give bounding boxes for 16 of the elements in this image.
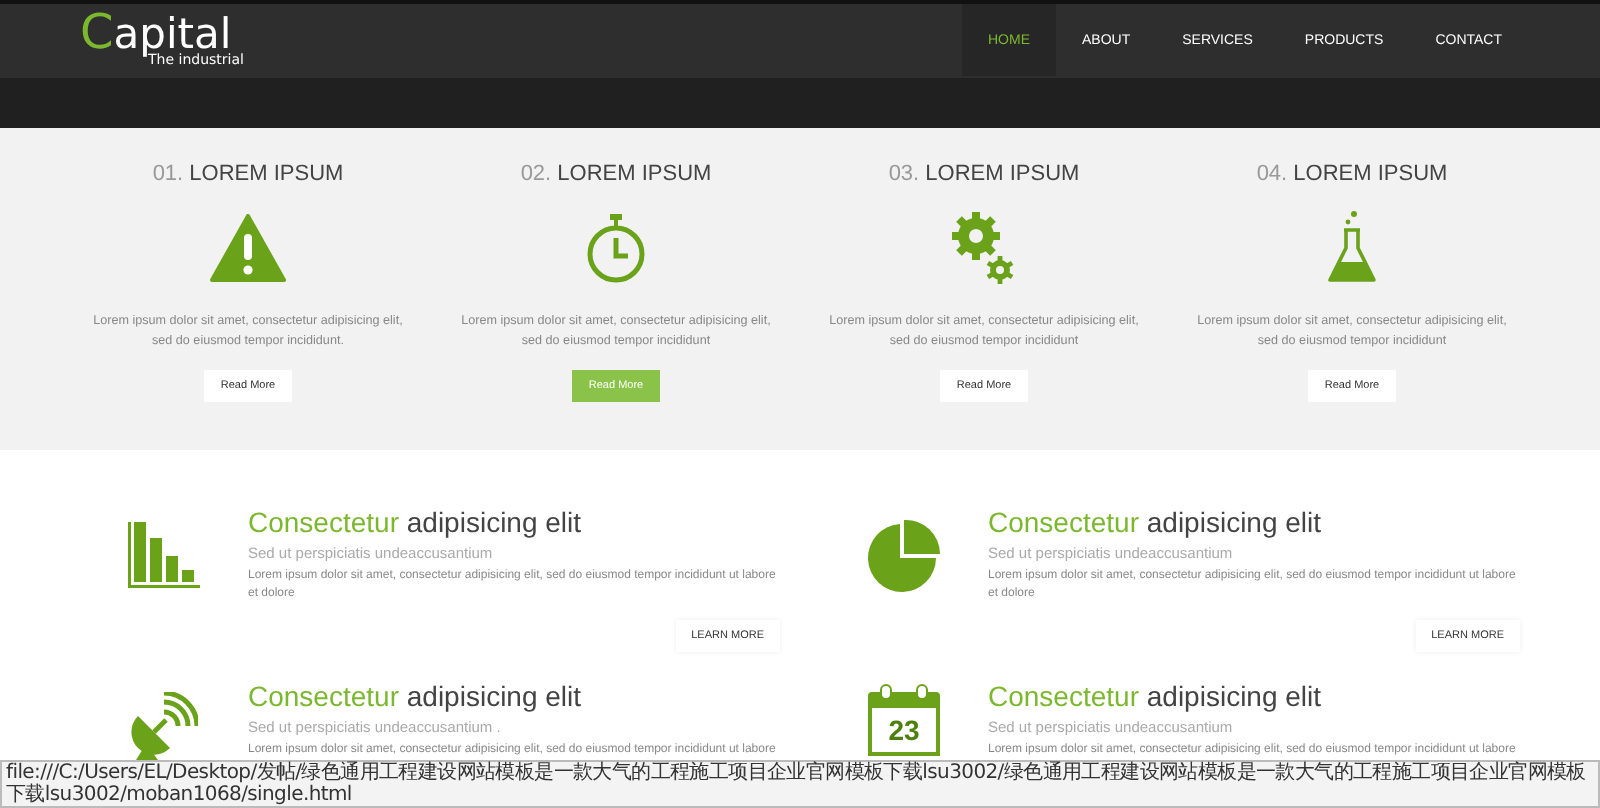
service-title: Consectetur adipisicing elit: [248, 680, 584, 712]
service-title: Consectetur adipisicing elit: [988, 680, 1324, 712]
feature-title: 03. LOREM IPSUM: [888, 162, 1080, 186]
flask-icon: [1326, 210, 1378, 286]
service-title: Consectetur adipisicing elit: [248, 506, 584, 538]
pie-chart-icon: [866, 518, 942, 594]
feature-title: 02. LOREM IPSUM: [520, 162, 712, 186]
feature-title: 04. LOREM IPSUM: [1256, 162, 1448, 186]
satellite-dish-icon: [130, 692, 198, 760]
warning-icon: [210, 214, 286, 282]
gears-icon: [952, 212, 1016, 284]
feature-title: 01. LOREM IPSUM: [152, 162, 344, 186]
status-bar-url: file:///C:/Users/EL/Desktop/发帖/绿色通用工程建设网站模板是一款大气的工程施工项目企业官网模板下载lsu3002/绿色通用工程建设网站模板是一款大气的工程施工项目企业官网模板下载lsu3002/moban1068/single.html: [0, 760, 1600, 808]
bar-chart-icon: [126, 518, 202, 590]
service-title: Consectetur adipisicing elit: [988, 506, 1324, 538]
stopwatch-icon: [584, 212, 648, 284]
